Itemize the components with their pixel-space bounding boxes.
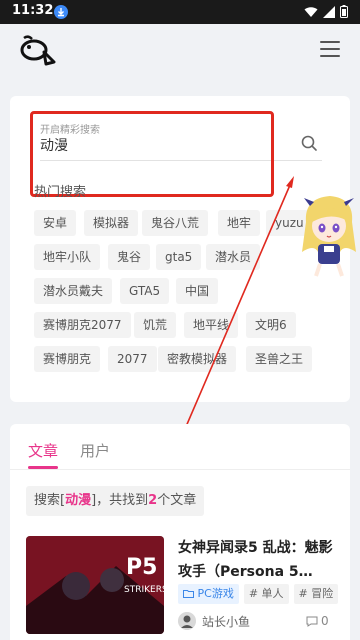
status-bar: 11:32	[0, 0, 360, 24]
signal-icon	[323, 5, 335, 18]
menu-line-icon	[320, 41, 340, 43]
avatar	[178, 612, 196, 630]
hot-tag[interactable]: 圣兽之王	[246, 346, 313, 372]
hot-tag[interactable]: 模拟器	[84, 210, 139, 236]
article-tags: PC游戏 # 单人 # 冒险	[178, 584, 339, 604]
hot-tag[interactable]: GTA5	[120, 278, 170, 304]
category-label: PC游戏	[197, 587, 234, 600]
result-keyword: 动漫	[65, 493, 92, 508]
hot-tag[interactable]: 潜水员戴夫	[34, 278, 113, 304]
tabs-divider	[10, 469, 350, 470]
article-author[interactable]: 站长小鱼	[178, 612, 250, 630]
category-chip[interactable]: PC游戏	[178, 584, 239, 604]
result-middle: ]，共找到	[91, 493, 149, 508]
hot-tag[interactable]: 赛博朋克	[34, 346, 101, 372]
hot-tag[interactable]: 地牢	[218, 210, 261, 236]
hot-tag[interactable]: 地牢小队	[34, 244, 101, 270]
anime-mascot-icon[interactable]	[300, 192, 358, 278]
result-prefix: 搜索[	[34, 493, 66, 508]
hot-tag[interactable]: 中国	[176, 278, 219, 304]
search-card: 开启精彩搜索 动漫 热门搜索 安卓 模拟器 鬼谷八荒 地牢 yuzu 地牢小队 …	[10, 96, 350, 402]
folder-icon	[183, 590, 194, 598]
tag-chip[interactable]: # 单人	[243, 584, 289, 604]
article-thumbnail[interactable]: P5 STRIKERS	[26, 536, 164, 634]
tab-articles[interactable]: 文章	[28, 440, 58, 461]
tab-users[interactable]: 用户	[80, 440, 110, 461]
wifi-icon	[304, 6, 318, 17]
top-bar	[0, 24, 360, 80]
menu-button[interactable]	[320, 41, 340, 59]
hot-tag[interactable]: 赛博朋克2077	[34, 312, 131, 338]
search-input[interactable]: 动漫	[40, 135, 68, 155]
battery-icon	[340, 5, 348, 18]
menu-line-icon	[320, 55, 340, 57]
svg-text:STRIKERS: STRIKERS	[124, 585, 164, 595]
result-count: 2	[148, 493, 158, 508]
search-underline	[40, 160, 322, 161]
comment-count-value: 0	[321, 614, 329, 628]
hot-tag[interactable]: 地平线	[184, 312, 239, 338]
result-summary: 搜索[动漫]，共找到2个文章	[26, 486, 205, 516]
article-title[interactable]: 女神异闻录5 乱战：魅影攻手（Persona 5…	[178, 536, 338, 584]
hot-tag[interactable]: 饥荒	[134, 312, 177, 338]
fish-logo-icon[interactable]	[18, 34, 56, 68]
svg-text:P5: P5	[126, 555, 157, 580]
author-name: 站长小鱼	[202, 614, 251, 629]
download-icon	[54, 5, 68, 19]
hot-tag[interactable]: 潜水员	[206, 244, 261, 270]
hot-tag[interactable]: 鬼谷八荒	[142, 210, 209, 236]
result-suffix: 个文章	[157, 493, 197, 508]
article-results-card: 文章 用户 搜索[动漫]，共找到2个文章 P5 STRIKERS 女神异闻录5 …	[10, 424, 350, 640]
comment-icon	[306, 616, 318, 627]
hot-tag[interactable]: 安卓	[34, 210, 77, 236]
search-label: 开启精彩搜索	[40, 125, 100, 136]
hot-search-title: 热门搜索	[34, 185, 87, 200]
tag-chip[interactable]: # 冒险	[293, 584, 339, 604]
hot-tag[interactable]: 2077	[108, 346, 157, 372]
menu-line-icon	[320, 48, 340, 50]
hot-tag[interactable]: 鬼谷	[108, 244, 151, 270]
hot-tag[interactable]: gta5	[156, 244, 202, 270]
status-time: 11:32	[12, 3, 54, 18]
search-icon[interactable]	[300, 134, 318, 152]
hot-tag[interactable]: 密教模拟器	[158, 346, 237, 372]
comment-count[interactable]: 0	[306, 614, 329, 628]
hot-tag[interactable]: 文明6	[246, 312, 296, 338]
